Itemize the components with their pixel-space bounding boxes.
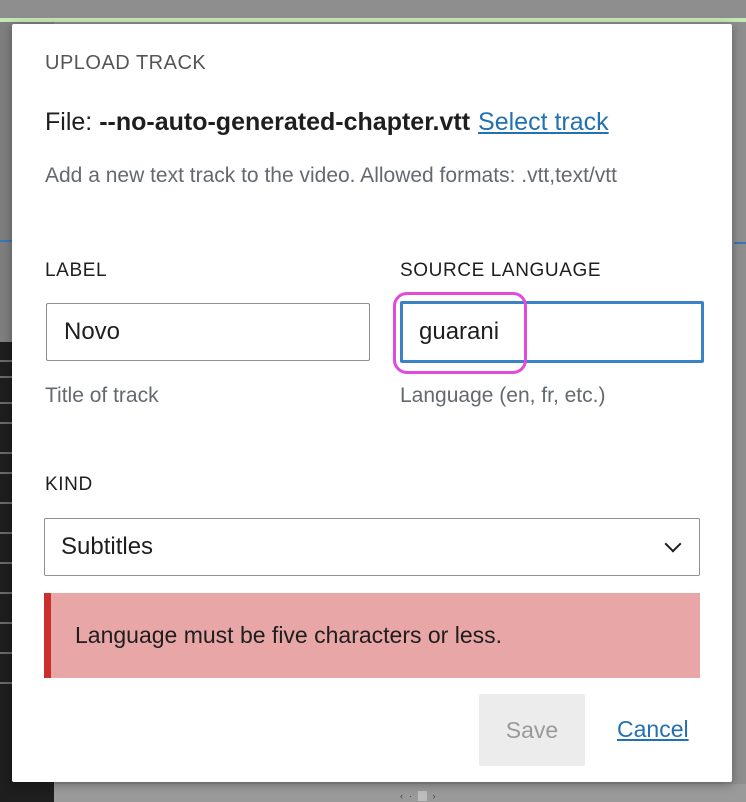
save-button[interactable]: Save (479, 694, 585, 766)
background-divider-right (734, 242, 746, 244)
modal-title: UPLOAD TRACK (45, 52, 207, 74)
pager-next-icon: › (432, 791, 436, 801)
chevron-down-icon (664, 535, 682, 553)
kind-selected-value: Subtitles (61, 533, 154, 560)
cancel-link[interactable]: Cancel (617, 716, 689, 743)
pager-prev-icon: ‹ (400, 791, 403, 801)
source-language-hint: Language (en, fr, etc.) (400, 384, 606, 407)
file-name: --no-auto-generated-chapter.vtt (99, 108, 471, 136)
background-pager: ‹ · › (400, 790, 436, 802)
label-hint: Title of track (45, 384, 159, 407)
help-text: Add a new text track to the video. Allow… (45, 164, 617, 187)
background-divider-left (0, 240, 12, 242)
pager-dot: · (409, 791, 412, 801)
source-language-input[interactable] (400, 301, 704, 363)
error-notice: Language must be five characters or less… (44, 593, 700, 678)
select-track-link[interactable]: Select track (478, 108, 609, 136)
kind-select[interactable]: Subtitles (44, 518, 700, 576)
source-language-label: SOURCE LANGUAGE (400, 260, 602, 281)
background-page-top-border (0, 18, 746, 22)
kind-label: KIND (45, 474, 93, 495)
upload-track-modal: UPLOAD TRACK File: --no-auto-generated-c… (12, 24, 732, 782)
pager-current-page (418, 791, 427, 801)
label-input[interactable] (46, 303, 370, 361)
file-prefix: File: (45, 108, 100, 136)
label-field-label: LABEL (45, 260, 108, 281)
file-row: File: --no-auto-generated-chapter.vtt Sel… (45, 108, 609, 137)
error-message: Language must be five characters or less… (75, 622, 503, 648)
